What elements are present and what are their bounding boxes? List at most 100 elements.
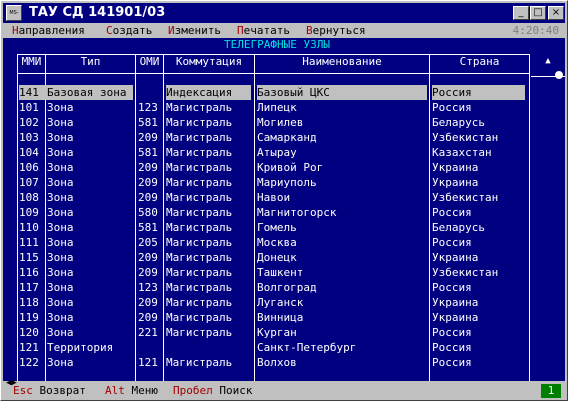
header-divider xyxy=(17,73,530,74)
cell-country: Россия xyxy=(432,236,472,249)
cell-omi: 121 xyxy=(138,356,158,369)
cell-mmi: 110 xyxy=(19,221,39,234)
table-row[interactable]: 101 Зона 123 Магистраль Липецк Россия xyxy=(3,100,551,115)
cell-name: Самарканд xyxy=(257,131,317,144)
cell-omi: 209 xyxy=(138,296,158,309)
table-row[interactable]: 116 Зона 209 Магистраль Ташкент Узбекистан xyxy=(3,265,551,280)
cell-comm: Индексация xyxy=(166,85,251,100)
cell-omi: 123 xyxy=(138,101,158,114)
col-header-country[interactable]: Страна xyxy=(430,55,529,69)
table-row[interactable]: 115 Зона 209 Магистраль Донецк Украина xyxy=(3,250,551,265)
table-row[interactable]: 118 Зона 209 Магистраль Луганск Украина xyxy=(3,295,551,310)
table-row[interactable]: 103 Зона 209 Магистраль Самарканд Узбекистан xyxy=(3,130,551,145)
table-row[interactable]: 119 Зона 209 Магистраль Винница Украина xyxy=(3,310,551,325)
scroll-thumb[interactable] xyxy=(555,71,563,79)
title-bar[interactable]: MS-DOS ТАУ СД 141901/03 _ □ × xyxy=(3,3,565,30)
cell-name: Базовый ЦКС xyxy=(257,85,427,100)
cell-type: Зона xyxy=(47,326,74,339)
cell-omi: 221 xyxy=(138,326,158,339)
table-row-selected[interactable]: 141 Базовая зона Индексация Базовый ЦКС Росс… xyxy=(3,85,551,100)
cell-comm: Магистраль xyxy=(166,236,233,249)
table-row[interactable]: 102 Зона 581 Магистраль Могилев Беларусь xyxy=(3,115,551,130)
cell-type: Зона xyxy=(47,296,74,309)
table-row[interactable]: 109 Зона 580 Магистраль Магнитогорск Россия xyxy=(3,205,551,220)
window-title: ТАУ СД 141901/03 xyxy=(29,5,166,20)
table-body: 141 Базовая зона Индексация Базовый ЦКС Росс… xyxy=(3,85,551,370)
cell-country: Россия xyxy=(432,341,472,354)
cell-name: Волхов xyxy=(257,356,297,369)
table-row[interactable]: 122 Зона 121 Магистраль Волхов Россия xyxy=(3,355,551,370)
table-row[interactable]: 111 Зона 205 Магистраль Москва Россия xyxy=(3,235,551,250)
table-row[interactable]: 117 Зона 123 Магистраль Волгоград Россия xyxy=(3,280,551,295)
msdos-app-icon[interactable]: MS-DOS xyxy=(6,5,22,30)
cell-name: Кривой Рог xyxy=(257,161,324,174)
maximize-button[interactable]: □ xyxy=(530,6,546,20)
cell-omi: 581 xyxy=(138,146,158,159)
col-header-mmi[interactable]: ММИ xyxy=(18,55,45,69)
cell-comm: Магистраль xyxy=(166,356,233,369)
col-header-comm[interactable]: Коммутация xyxy=(164,55,254,69)
alt-hint[interactable]: Alt Меню xyxy=(105,384,158,398)
cell-country: Узбекистан xyxy=(432,266,499,279)
cell-type: Зона xyxy=(47,176,74,189)
scroll-up-arrow-icon[interactable]: ▲ xyxy=(531,55,565,67)
cell-name: Винница xyxy=(257,311,304,324)
cell-country: Украина xyxy=(432,251,479,264)
menu-item-napravleniya[interactable]: Направления xyxy=(12,24,85,38)
cell-country: Украина xyxy=(432,296,479,309)
col-header-name[interactable]: Наименование xyxy=(255,55,429,69)
cell-type: Зона xyxy=(47,131,74,144)
close-button[interactable]: × xyxy=(548,6,564,20)
table-row[interactable]: 104 Зона 581 Магистраль Атырау Казахстан xyxy=(3,145,551,160)
cell-omi: 209 xyxy=(138,191,158,204)
cell-mmi: 109 xyxy=(19,206,39,219)
table-row[interactable]: 107 Зона 209 Магистраль Мариуполь Украина xyxy=(3,175,551,190)
cell-type: Зона xyxy=(47,101,74,114)
cell-mmi: 122 xyxy=(19,356,39,369)
cell-omi: 209 xyxy=(138,311,158,324)
terminal-screen: ТЕЛЕГРАФНЫЕ УЗЛЫ ММИ Тип ОМИ Коммутация … xyxy=(3,38,565,381)
menu-item-pechatat[interactable]: Печатать xyxy=(237,24,290,38)
cell-country: Украина xyxy=(432,311,479,324)
cell-mmi: 116 xyxy=(19,266,39,279)
cell-mmi: 121 xyxy=(19,341,39,354)
cell-comm: Магистраль xyxy=(166,251,233,264)
cell-type: Территория xyxy=(47,341,114,354)
cell-name: Москва xyxy=(257,236,297,249)
cell-mmi: 108 xyxy=(19,191,39,204)
cell-country: Узбекистан xyxy=(432,131,499,144)
table-row[interactable]: 110 Зона 581 Магистраль Гомель Беларусь xyxy=(3,220,551,235)
cell-mmi: 106 xyxy=(19,161,39,174)
menu-item-vernutsya[interactable]: Вернуться xyxy=(306,24,366,38)
cell-omi: 209 xyxy=(138,176,158,189)
cell-mmi: 107 xyxy=(19,176,39,189)
menu-item-izmenit[interactable]: Изменить xyxy=(168,24,221,38)
cell-name: Магнитогорск xyxy=(257,206,337,219)
col-header-omi[interactable]: ОМИ xyxy=(136,55,163,69)
space-hint[interactable]: Пробел Поиск xyxy=(173,384,253,398)
cell-type: Зона xyxy=(47,236,74,249)
menu-item-sozdat[interactable]: Создать xyxy=(106,24,152,38)
cell-type: Зона xyxy=(47,191,74,204)
cell-comm: Магистраль xyxy=(166,296,233,309)
table-row[interactable]: 121 Территория Санкт-Петербург Россия xyxy=(3,340,551,355)
cell-mmi: 104 xyxy=(19,146,39,159)
cell-mmi: 118 xyxy=(19,296,39,309)
cell-name: Могилев xyxy=(257,116,304,129)
table-row[interactable]: 120 Зона 221 Магистраль Курган Россия xyxy=(3,325,551,340)
cell-country: Узбекистан xyxy=(432,191,499,204)
cell-country: Россия xyxy=(432,85,525,100)
cell-type: Зона xyxy=(47,251,74,264)
table-row[interactable]: 106 Зона 209 Магистраль Кривой Рог Украина xyxy=(3,160,551,175)
cell-country: Беларусь xyxy=(432,221,485,234)
cell-omi: 209 xyxy=(138,161,158,174)
table-row[interactable]: 108 Зона 209 Магистраль Навои Узбекистан xyxy=(3,190,551,205)
cell-comm: Магистраль xyxy=(166,161,233,174)
cell-country: Украина xyxy=(432,161,479,174)
cell-omi: 209 xyxy=(138,266,158,279)
cell-name: Курган xyxy=(257,326,297,339)
minimize-button[interactable]: _ xyxy=(513,6,529,20)
cell-comm: Магистраль xyxy=(166,176,233,189)
col-header-type[interactable]: Тип xyxy=(46,55,135,69)
esc-hint[interactable]: Esc Возврат xyxy=(13,384,86,398)
